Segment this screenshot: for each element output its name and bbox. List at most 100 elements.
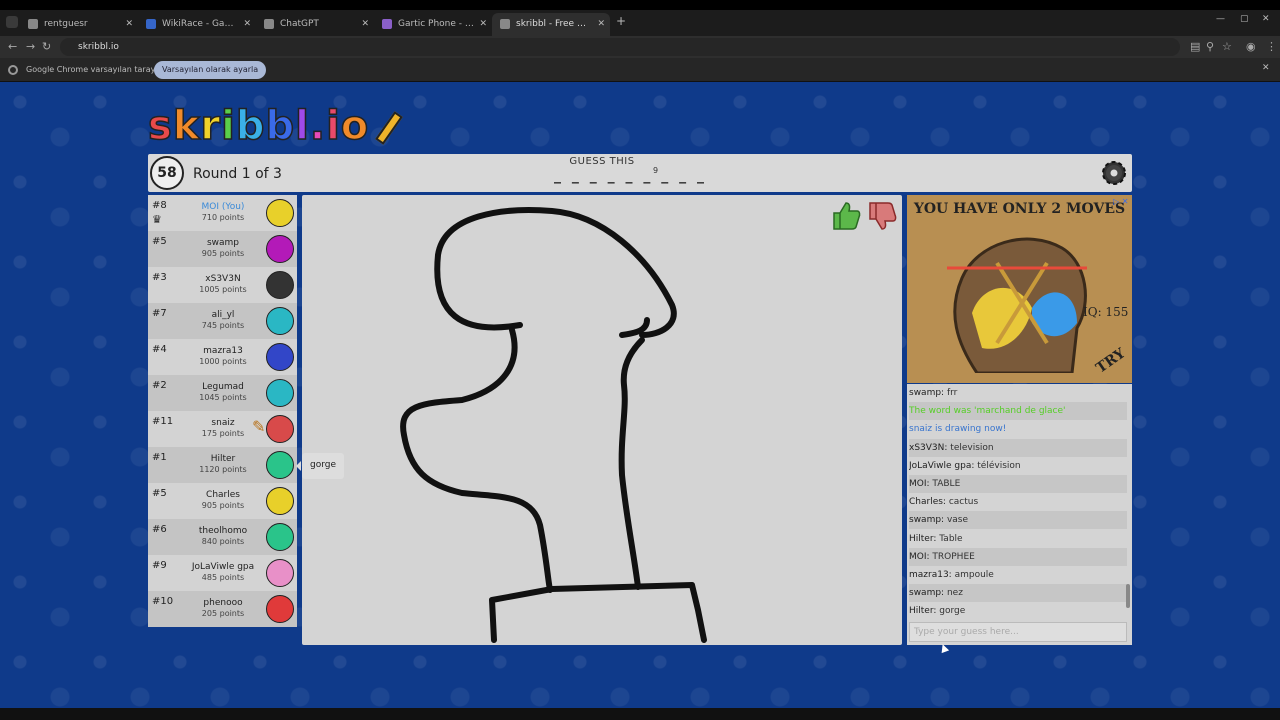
favicon-icon	[28, 19, 38, 29]
ad-iq-text: IQ: 155	[1083, 305, 1129, 319]
player-row[interactable]: #1 Hilter 1120 points	[148, 447, 297, 483]
player-points: 485 points	[201, 573, 245, 582]
player-row[interactable]: #5 Charles 905 points	[148, 483, 297, 519]
player-rank: #8	[152, 200, 167, 211]
thumbs-down-icon[interactable]	[864, 199, 898, 233]
word-length: 9	[653, 166, 659, 175]
tab-search-button[interactable]	[6, 16, 18, 28]
ad-info-icon[interactable]: ▷ ✕	[1113, 197, 1128, 206]
player-row[interactable]: #6 theolhomo 840 points	[148, 519, 297, 555]
close-icon[interactable]: ✕	[361, 13, 369, 35]
close-icon[interactable]: ✕	[479, 13, 487, 35]
close-icon[interactable]: ✕	[243, 13, 251, 35]
chat-text: television	[950, 442, 994, 453]
player-list: #8 MOI (You) 710 points ♛ #5 swamp 905 points #…	[148, 195, 297, 627]
close-icon[interactable]: ✕	[125, 13, 133, 35]
drawing-canvas[interactable]	[302, 195, 902, 645]
back-icon[interactable]: ←	[8, 38, 17, 56]
menu-icon[interactable]: ⋮	[1266, 38, 1277, 56]
player-name: swamp	[206, 238, 240, 248]
tab-label: ChatGPT	[280, 19, 319, 29]
drawing-pencil-icon: ✎	[252, 417, 266, 436]
chat-text: TROPHEE	[932, 551, 975, 562]
ad-head-illustration	[947, 237, 1087, 373]
player-row[interactable]: #2 Legumad 1045 points	[148, 375, 297, 411]
player-rank: #4	[152, 344, 167, 355]
chat-text: nez	[946, 588, 963, 599]
player-row[interactable]: #5 swamp 905 points	[148, 231, 297, 267]
taskbar	[0, 708, 1280, 720]
ad-title: YOU HAVE ONLY 2 MOVES	[913, 201, 1126, 217]
url-field[interactable]: skribbl.io	[60, 38, 1180, 56]
settings-gear-icon[interactable]	[1098, 157, 1130, 189]
chat-text: The word was 'marchand de glace'	[909, 406, 1066, 417]
thumbs-up-icon[interactable]	[828, 199, 862, 233]
player-guess-bubble: gorge	[295, 453, 345, 479]
tab-label: WikiRace - Game	[162, 19, 239, 29]
close-window-icon[interactable]: ✕	[1262, 14, 1270, 24]
crown-icon: ♛	[152, 213, 162, 226]
maximize-icon[interactable]: ▢	[1240, 14, 1249, 24]
chat-author: Charles:	[909, 497, 946, 508]
player-row[interactable]: #7 ali_yl 745 points	[148, 303, 297, 339]
chat-message: swamp: nez	[909, 584, 1127, 603]
advertisement[interactable]: YOU HAVE ONLY 2 MOVES IQ: 155 TRY ▷ ✕	[907, 195, 1132, 383]
player-row[interactable]: #9 JoLaViwle gpa 485 points	[148, 555, 297, 591]
chat-author: swamp:	[909, 515, 945, 526]
bookmark-star-icon[interactable]: ☆	[1222, 38, 1232, 56]
player-rank: #7	[152, 308, 167, 319]
player-points: 1045 points	[199, 393, 247, 402]
chat-text: snaiz is drawing now!	[909, 424, 1007, 435]
chat-message: Hilter: gorge	[909, 602, 1127, 620]
game-header: 58 Round 1 of 3 GUESS THIS _ _ _ _ _ _ _…	[148, 154, 1132, 192]
chat-message: swamp: frr	[909, 384, 1127, 402]
word-hint: _ _ _ _ _ _ _ _ _	[554, 168, 707, 184]
chat-author: xS3V3N:	[909, 442, 948, 453]
player-row[interactable]: #11 snaiz 175 points ✎	[148, 411, 297, 447]
favicon-icon	[264, 19, 274, 29]
chat-message: JoLaViwle gpa: télévision	[909, 457, 1127, 475]
player-points: 905 points	[201, 501, 245, 510]
tab-rentguesr[interactable]: rentguesr ✕	[20, 13, 138, 36]
player-name: xS3V3N	[205, 274, 241, 284]
tab-skribbl[interactable]: skribbl - Free Multiplayer Drawing✕	[492, 13, 610, 36]
player-row[interactable]: #3 xS3V3N 1005 points	[148, 267, 297, 303]
favicon-icon	[146, 19, 156, 29]
tab-gartic-phone[interactable]: Gartic Phone - Le jeu du téléphone✕	[374, 13, 492, 36]
player-rank: #1	[152, 452, 167, 463]
chat-message: xS3V3N: television	[909, 438, 1127, 457]
chat-text: cactus	[948, 497, 979, 508]
player-row[interactable]: #10 phenooo 205 points	[148, 591, 297, 627]
chat-scrollbar[interactable]	[1126, 584, 1130, 608]
zoom-icon[interactable]: ⚲	[1206, 38, 1214, 56]
chat-text: frr	[946, 388, 958, 398]
player-rank: #10	[152, 596, 174, 607]
tab-label: skribbl - Free Multiplayer Drawing	[516, 19, 610, 29]
address-bar: ← → ↻ skribbl.io ▤ ⚲ ☆ ◉ ⋮	[0, 36, 1280, 58]
player-rank: #5	[152, 236, 167, 247]
player-rank: #9	[152, 560, 167, 571]
new-tab-icon[interactable]: +	[616, 14, 626, 28]
tab-wikirace[interactable]: WikiRace - Game ✕	[138, 13, 256, 36]
close-icon[interactable]: ✕	[1262, 63, 1270, 73]
translate-icon[interactable]: ▤	[1190, 38, 1200, 56]
player-rank: #6	[152, 524, 167, 535]
minimize-icon[interactable]: —	[1216, 14, 1225, 24]
guess-input[interactable]: Type your guess here...	[909, 622, 1127, 642]
player-row[interactable]: #4 mazra13 1000 points	[148, 339, 297, 375]
set-default-button[interactable]: Varsayılan olarak ayarla	[154, 61, 267, 79]
drawing	[400, 207, 707, 643]
player-points: 1000 points	[199, 357, 247, 366]
close-icon[interactable]: ✕	[597, 13, 605, 35]
profile-icon[interactable]: ◉	[1246, 38, 1256, 56]
chat-text: TABLE	[932, 479, 961, 489]
player-row[interactable]: #8 MOI (You) 710 points ♛	[148, 195, 297, 231]
round-indicator: Round 1 of 3	[193, 166, 282, 182]
player-name: theolhomo	[198, 526, 248, 536]
forward-icon[interactable]: →	[26, 38, 35, 56]
chat-author: MOI:	[909, 551, 930, 562]
chat-message: MOI: TROPHEE	[909, 547, 1127, 566]
chat-author: MOI:	[909, 479, 930, 489]
tab-chatgpt[interactable]: ChatGPT ✕	[256, 13, 374, 36]
reload-icon[interactable]: ↻	[42, 38, 51, 56]
